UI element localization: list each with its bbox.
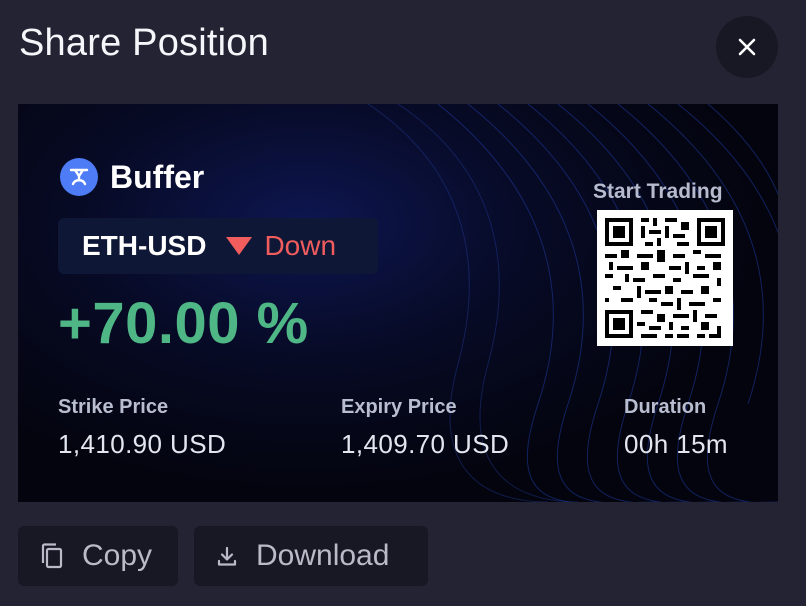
pnl-percentage: +70.00 %: [58, 291, 309, 356]
stat-value: 1,409.70 USD: [341, 429, 510, 459]
buffer-logo-icon: [60, 158, 98, 196]
pair-direction-badge: ETH-USD Down: [58, 218, 378, 274]
stat-expiry-price: Expiry Price 1,409.70 USD: [341, 396, 509, 460]
share-card: Buffer ETH-USD Down +70.00 % Strike Pric…: [18, 104, 778, 502]
triangle-down-icon: [226, 237, 253, 255]
stat-strike-price: Strike Price 1,410.90 USD: [58, 396, 226, 460]
stat-duration: Duration 00h 15m: [624, 396, 728, 460]
stat-label: Strike Price: [58, 396, 169, 418]
start-trading-label: Start Trading: [593, 180, 723, 203]
close-icon: [738, 38, 756, 56]
copy-icon: [41, 543, 63, 569]
brand-name: Buffer: [110, 158, 205, 195]
stat-value: 00h 15m: [624, 429, 728, 459]
download-icon: [217, 546, 237, 566]
direction-label: Down: [264, 230, 337, 261]
copy-button[interactable]: Copy: [18, 526, 178, 586]
close-button[interactable]: [716, 16, 778, 78]
brand: Buffer: [60, 158, 204, 196]
pair-name: ETH-USD: [82, 230, 207, 261]
copy-label: Copy: [82, 539, 153, 572]
dialog-title: Share Position: [19, 22, 269, 64]
stat-label: Duration: [624, 396, 707, 418]
stat-value: 1,410.90 USD: [58, 429, 227, 459]
qr-code-icon[interactable]: [597, 210, 733, 346]
download-label: Download: [256, 539, 390, 572]
download-button[interactable]: Download: [194, 526, 428, 586]
stat-label: Expiry Price: [341, 396, 457, 418]
